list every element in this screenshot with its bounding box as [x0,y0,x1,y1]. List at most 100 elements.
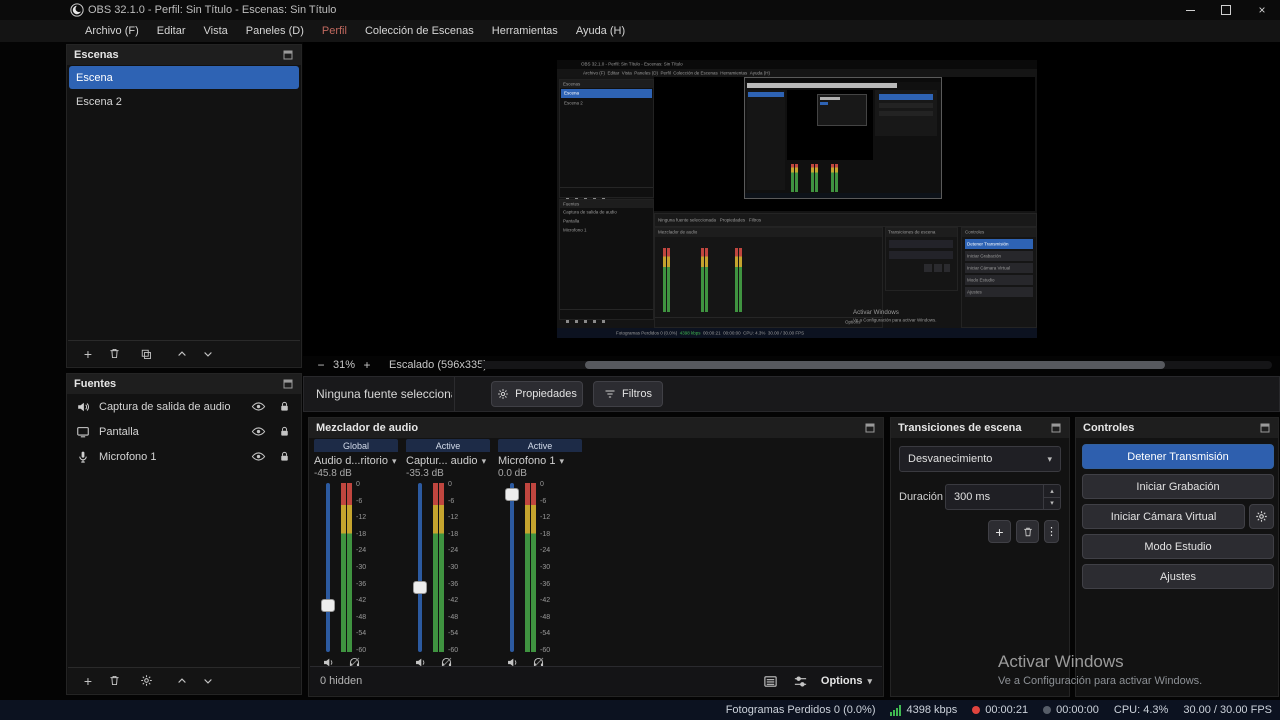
lock-button[interactable] [276,399,292,415]
scale-selector[interactable]: Escalado (596x335) [389,359,487,371]
scene-item-escena[interactable]: Escena [69,66,299,89]
nested-obs-capture: OBS 32.1.0 - Perfil: Sin Título - Escena… [557,60,1037,338]
source-item-microphone[interactable]: Microfono 1 [67,444,301,469]
zoom-level: 31% [333,359,356,371]
visibility-eye-button[interactable] [250,399,266,415]
source-label: Captura de salida de audio [99,400,231,413]
decor-dropdown [889,240,953,248]
mixer-channel-name[interactable]: Captur... audio ▾ [406,454,490,468]
controls-dock-header: Controles [1076,418,1278,438]
volume-slider-handle[interactable] [413,581,427,595]
transitions-dock: Transiciones de escena Desvanecimiento ▾… [890,417,1070,697]
menu-paneles[interactable]: Paneles (D) [237,20,313,42]
audio-settings-icon[interactable] [791,671,811,691]
volume-slider-handle[interactable] [321,598,335,612]
add-source-button[interactable]: + [80,673,96,689]
transitions-dock-header: Transiciones de escena [891,418,1069,438]
dock-float-button[interactable] [282,378,294,390]
visibility-eye-button[interactable] [250,424,266,440]
move-source-down-button[interactable] [200,673,216,689]
nested-sources-dock: Fuentes Captura de salida de audio Panta… [559,199,654,323]
menu-ayuda[interactable]: Ayuda (H) [567,20,634,42]
virtual-camera-settings-button[interactable] [1249,504,1274,529]
source-item-audio-output[interactable]: Captura de salida de audio [67,394,301,419]
fps-label: 30.00 / 30.00 FPS [1183,704,1272,716]
add-scene-button[interactable]: + [80,346,96,362]
visibility-eye-button[interactable] [250,449,266,465]
bitrate-group: 4398 kbps [890,704,957,716]
menu-editar[interactable]: Editar [148,20,195,42]
zoom-out-button[interactable]: − [313,358,329,372]
volume-slider-track[interactable] [418,483,422,652]
spinner-arrows: ▴ ▾ [1043,485,1060,509]
menu-coleccion-escenas[interactable]: Colección de Escenas [356,20,483,42]
cpu-usage-label: CPU: 4.3% [1113,704,1169,716]
minimize-button[interactable] [1172,0,1208,20]
chevron-down-icon: ▾ [391,455,397,466]
studio-mode-button[interactable]: Modo Estudio [1082,534,1274,559]
mixer-channel-name[interactable]: Audio d...ritorio ▾ [314,454,398,468]
nested-mixer-footer: Options [655,317,882,327]
source-label: Microfono 1 [99,450,157,463]
menu-perfil[interactable]: Perfil [313,20,356,42]
remove-scene-button[interactable] [106,346,122,362]
dock-float-button[interactable] [864,422,876,434]
record-time-label: 00:00:00 [1056,704,1099,716]
mixer-channel-state-tab[interactable]: Global [314,439,398,452]
scene-item-escena-2[interactable]: Escena 2 [69,90,299,113]
lock-button[interactable] [276,424,292,440]
scenes-dock-header: Escenas [67,45,301,65]
sources-dock: Fuentes Captura de salida de audio Panta… [66,373,302,695]
transition-select[interactable]: Desvanecimiento ▾ [899,446,1061,472]
mixer-options-label: Options [820,675,863,687]
menu-archivo[interactable]: Archivo (F) [76,20,148,42]
menu-herramientas[interactable]: Herramientas [483,20,567,42]
mixer-channel-state-tab[interactable]: Active [498,439,582,452]
add-transition-button[interactable]: + [988,520,1011,543]
preview-hscroll-thumb[interactable] [585,361,1165,369]
source-toolbar: Ninguna fuente seleccionada Propiedades … [303,376,1280,412]
mixer-options-button[interactable]: Options ▾ [821,675,872,687]
volume-slider-handle[interactable] [505,487,519,501]
remove-source-button[interactable] [106,673,122,689]
properties-button[interactable]: Propiedades [491,381,583,407]
lock-button[interactable] [276,449,292,465]
spin-down-button[interactable]: ▾ [1044,496,1060,510]
transition-selected-value: Desvanecimiento [908,453,993,465]
volume-slider-track[interactable] [326,483,330,652]
transition-more-button[interactable]: ⋮ [1044,520,1059,543]
advanced-audio-icon[interactable] [761,671,781,691]
decor-button [879,94,933,100]
start-recording-button[interactable]: Iniciar Grabación [1082,474,1274,499]
maximize-button[interactable] [1208,0,1244,20]
duration-spinbox[interactable]: 300 ms ▴ ▾ [945,484,1061,510]
source-properties-button[interactable] [138,673,154,689]
stop-streaming-button[interactable]: Detener Transmisión [1082,444,1274,469]
settings-button[interactable]: Ajustes [1082,564,1274,589]
volume-slider-track[interactable] [510,483,514,652]
zoom-in-button[interactable]: + [359,358,375,372]
decor-meter [831,164,838,192]
dock-float-button[interactable] [1259,422,1271,434]
mixer-channel-state-tab[interactable]: Active [406,439,490,452]
scene-filters-button[interactable] [138,346,154,362]
close-button[interactable]: × [1244,0,1280,20]
controls-dock-title: Controles [1083,422,1135,434]
filters-button[interactable]: Filtros [593,381,663,407]
move-scene-down-button[interactable] [200,346,216,362]
mixer-channel-desktop-audio: Global Audio d...ritorio ▾ -45.8 dB 0 -6 -1… [314,439,398,671]
decor-preview [787,90,873,160]
decor-meter [701,248,708,312]
dock-float-button[interactable] [282,49,294,61]
move-source-up-button[interactable] [174,673,190,689]
start-virtual-camera-button[interactable]: Iniciar Cámara Virtual [1082,504,1245,529]
move-scene-up-button[interactable] [174,346,190,362]
mixer-channel-name[interactable]: Microfono 1 ▾ [498,454,582,468]
menu-vista[interactable]: Vista [195,20,237,42]
nested-watermark: Activar Windows Ve a Configuración para … [853,309,937,323]
spin-up-button[interactable]: ▴ [1044,485,1060,497]
dock-float-button[interactable] [1050,422,1062,434]
remove-transition-button[interactable] [1016,520,1039,543]
source-item-display[interactable]: Pantalla [67,419,301,444]
preview-canvas[interactable]: OBS 32.1.0 - Perfil: Sin Título - Escena… [303,42,1280,356]
